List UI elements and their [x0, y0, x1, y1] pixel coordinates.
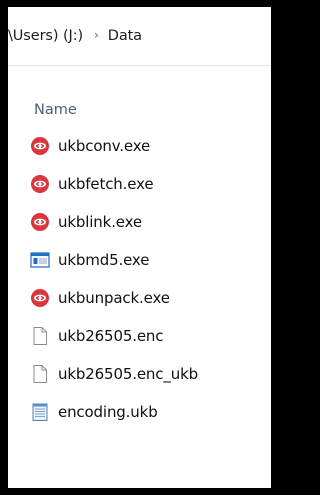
list-item[interactable]: ukb26505.enc [30, 317, 270, 355]
list-item[interactable]: encoding.ukb [30, 393, 270, 431]
file-name: ukbconv.exe [58, 137, 151, 155]
blank-file-icon [30, 364, 50, 384]
explorer-window: \Users) (J:) › Data Name ukbconv.exe ukb… [8, 7, 271, 488]
red-app-icon [30, 212, 50, 232]
file-name: ukb26505.enc [58, 327, 164, 345]
column-header-name[interactable]: Name [34, 102, 77, 118]
file-list: ukbconv.exe ukbfetch.exe ukblink.exe ukb… [30, 127, 270, 431]
breadcrumb-folder-data[interactable]: Data [108, 28, 142, 44]
file-name: ukblink.exe [58, 213, 142, 231]
red-app-icon [30, 136, 50, 156]
list-item[interactable]: ukbfetch.exe [30, 165, 270, 203]
list-item[interactable]: ukbunpack.exe [30, 279, 270, 317]
file-name: encoding.ukb [58, 403, 158, 421]
breadcrumb-chevron-icon[interactable]: › [94, 28, 99, 42]
red-app-icon [30, 288, 50, 308]
list-item[interactable]: ukb26505.enc_ukb [30, 355, 270, 393]
red-app-icon [30, 174, 50, 194]
list-item[interactable]: ukbconv.exe [30, 127, 270, 165]
window-app-icon [30, 250, 50, 270]
file-name: ukb26505.enc_ukb [58, 365, 198, 383]
breadcrumb-drive[interactable]: \Users) (J:) [8, 28, 83, 44]
notepad-file-icon [30, 402, 50, 422]
address-bar[interactable]: \Users) (J:) › Data [8, 7, 271, 66]
list-item[interactable]: ukblink.exe [30, 203, 270, 241]
file-name: ukbfetch.exe [58, 175, 154, 193]
file-name: ukbunpack.exe [58, 289, 170, 307]
list-item[interactable]: ukbmd5.exe [30, 241, 270, 279]
file-name: ukbmd5.exe [58, 251, 150, 269]
blank-file-icon [30, 326, 50, 346]
